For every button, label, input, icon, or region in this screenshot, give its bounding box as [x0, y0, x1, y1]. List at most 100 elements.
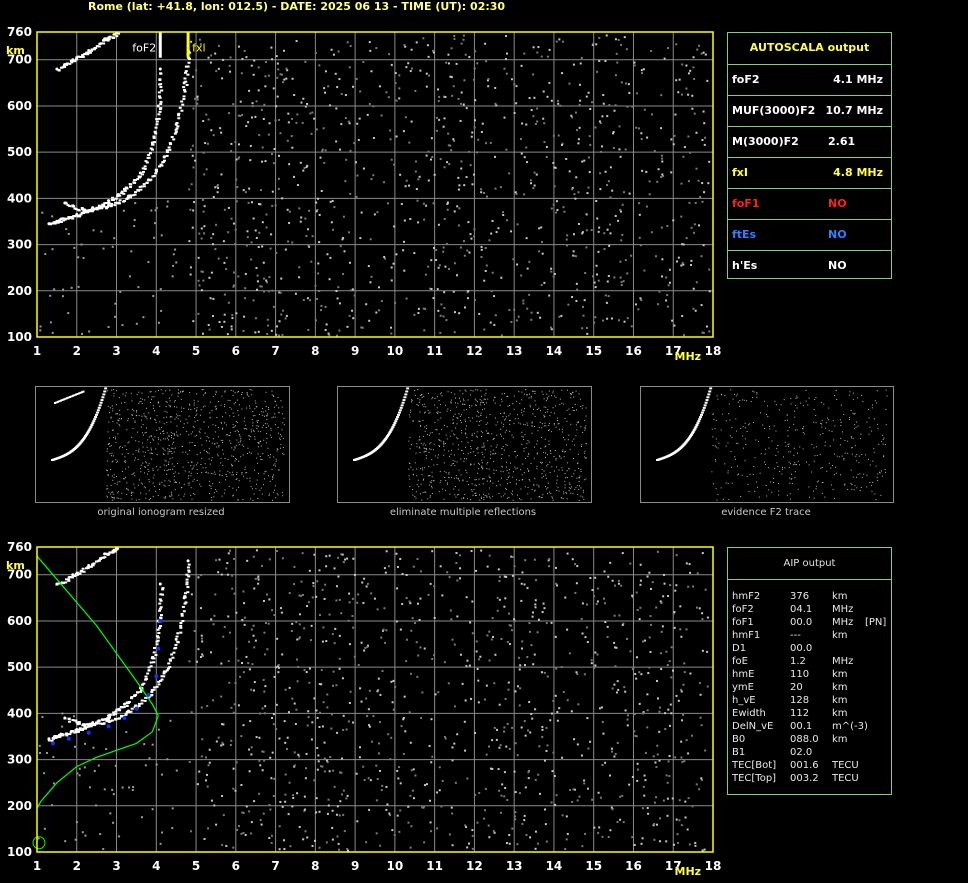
autoscala-title: AUTOSCALA output	[749, 41, 870, 54]
bottom-blue-point-5	[134, 706, 139, 711]
thumbnail-evidence	[640, 384, 894, 503]
top-marker-label-1: fxl	[192, 42, 205, 55]
top-xtick-9: 9	[351, 344, 359, 358]
bottom-xtick-10: 10	[387, 859, 404, 873]
aip-cell: 376	[790, 591, 810, 602]
autoscala-row-2: M(3000)F2 2.61	[728, 126, 891, 157]
bottom-blue-point-0	[50, 741, 55, 746]
aip-cell: hmF1	[732, 630, 761, 641]
top-x-trace-point-4	[146, 178, 150, 182]
aip-cell: 003.2	[790, 773, 819, 784]
autoscala-key: M(3000)F2	[732, 135, 799, 148]
aip-cell: 04.1	[790, 604, 813, 615]
aip-output-panel: AIP output hmF2 376 km foF2 04.1 MHz foF1 00.0 M…	[727, 547, 892, 795]
bottom-ytick-100: 100	[7, 845, 32, 859]
top-x-trace-point-0	[63, 201, 67, 205]
top-xtick-1: 1	[33, 344, 41, 358]
aip-cell: ymE	[732, 682, 754, 693]
aip-cell: hmE	[732, 669, 755, 680]
aip-cell: 02.0	[790, 747, 813, 758]
aip-cell: km	[832, 708, 848, 719]
aip-cell: foF2	[732, 604, 754, 615]
bottom-xtick-13: 13	[506, 859, 523, 873]
autoscala-key: ftEs	[732, 228, 757, 241]
top-xtick-7: 7	[271, 344, 279, 358]
top-xtick-10: 10	[387, 344, 404, 358]
top-x-trace-point-6	[174, 122, 178, 126]
top-ytick-600: 600	[7, 99, 32, 113]
aip-row-12: B1 02.0	[732, 746, 890, 759]
top-multiple-point-3	[103, 37, 107, 41]
autoscala-key: MUF(3000)F2	[732, 104, 816, 117]
top-o-trace-point-0	[47, 222, 51, 226]
top-o-trace-point-5	[122, 187, 126, 191]
top-x-trace-point-1	[83, 208, 87, 212]
bottom-o-trace-point-5	[122, 702, 126, 706]
autoscala-value: 4.8 MHz	[833, 166, 883, 179]
top-x-trace-point-3	[126, 194, 130, 198]
bottom-ytick-500: 500	[7, 660, 32, 674]
aip-cell: km	[832, 734, 848, 745]
aip-cell: foE	[732, 656, 748, 667]
autoscala-value: NO	[828, 228, 847, 241]
aip-cell: 20	[790, 682, 803, 693]
aip-cell: TEC[Bot]	[732, 760, 777, 771]
aip-row-7: ymE 20 km	[732, 681, 890, 694]
top-o-trace-point-8	[156, 104, 160, 108]
bottom-xtick-1: 1	[33, 859, 41, 873]
top-xtick-6: 6	[232, 344, 240, 358]
bottom-grid	[36, 547, 714, 853]
top-x-trace-point-2	[107, 203, 111, 207]
aip-cell: km	[832, 682, 848, 693]
aip-cell: 1.2	[790, 656, 806, 667]
aip-cell: 110	[790, 669, 810, 680]
aip-cell: DelN_vE	[732, 721, 774, 732]
top-noise	[39, 34, 711, 337]
bottom-blue-point-3	[106, 724, 111, 729]
bottom-xlabel: MHz	[675, 865, 702, 878]
aip-row-9: Ewidth 112 km	[732, 707, 890, 720]
top-xtick-8: 8	[311, 344, 319, 358]
bottom-blue-point-7	[154, 674, 159, 679]
autoscala-row-5: ftEs NO	[728, 219, 891, 250]
aip-row-10: DelN_vE 00.1 m^(-3)	[732, 720, 890, 733]
autoscala-row-4: foF1 NO	[728, 188, 891, 219]
top-xtick-16: 16	[625, 344, 642, 358]
autoscala-key: foF2	[732, 73, 760, 86]
top-ytick-300: 300	[7, 238, 32, 252]
bottom-x-trace-point-6	[174, 637, 178, 641]
aip-cell: TEC[Top]	[732, 773, 777, 784]
bottom-o-trace-point-1	[59, 732, 63, 736]
bottom-multiple-point-1	[71, 573, 75, 577]
thumbnail-eliminate	[337, 384, 592, 503]
aip-cell: TECU	[832, 760, 859, 771]
bottom-x-trace-point-7	[182, 596, 186, 600]
aip-cell: km	[832, 695, 848, 706]
bottom-multiple-point-2	[87, 563, 91, 567]
aip-cell: h_vE	[732, 695, 756, 706]
top-xtick-4: 4	[152, 344, 160, 358]
autoscala-row-3: fxI 4.8 MHz	[728, 157, 891, 188]
bottom-o-trace-point-9	[158, 582, 162, 586]
header-title: Rome (lat: +41.8, lon: 012.5) - DATE: 20…	[88, 0, 506, 13]
bottom-ytick-600: 600	[7, 614, 32, 628]
bottom-x-trace-point-8	[186, 559, 190, 563]
aip-cell: B1	[732, 747, 746, 758]
aip-row-1: foF2 04.1 MHz	[732, 603, 890, 616]
aip-cell: 00.1	[790, 721, 813, 732]
bottom-xtick-2: 2	[73, 859, 81, 873]
top-x-trace-point-5	[162, 155, 166, 159]
top-ytick-200: 200	[7, 284, 32, 298]
autoscala-row-6: h'Es NO	[728, 250, 891, 281]
bottom-x-trace-point-1	[83, 723, 87, 727]
aip-row-13: TEC[Bot] 001.6 TECU	[732, 759, 890, 772]
autoscala-value: NO	[828, 197, 847, 210]
top-o-trace-point-4	[107, 199, 111, 203]
bottom-blue-point-8	[156, 646, 161, 651]
bottom-o-trace-point-0	[47, 737, 51, 741]
bottom-blue-point-2	[86, 730, 91, 735]
bottom-blue-point-1	[66, 736, 71, 741]
aip-row-6: hmE 110 km	[732, 668, 890, 681]
bottom-ytick-300: 300	[7, 753, 32, 767]
aip-cell: 001.6	[790, 760, 819, 771]
